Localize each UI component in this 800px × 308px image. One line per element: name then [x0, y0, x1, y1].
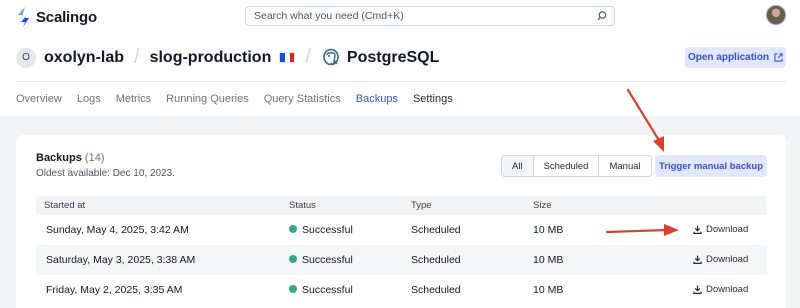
tab-query-statistics[interactable]: Query Statistics: [264, 93, 341, 105]
table-row: Saturday, May 3, 2025, 3:38 AM Successfu…: [36, 245, 767, 275]
row-started-at: Saturday, May 3, 2025, 3:38 AM: [46, 254, 196, 266]
scalingo-logo-icon: [18, 7, 29, 27]
row-status: Successful: [289, 224, 353, 236]
tab-logs[interactable]: Logs: [77, 93, 101, 105]
backups-title-text: Backups: [36, 152, 82, 164]
user-avatar[interactable]: [766, 5, 786, 25]
search-placeholder: Search what you need (Cmd+K): [254, 10, 404, 22]
external-link-icon: [774, 53, 783, 62]
open-application-label: Open application: [687, 52, 770, 63]
top-bar: Scalingo Search what you need (Cmd+K): [0, 0, 800, 34]
page-header: O oxolyn-lab / slog-production / Postgre…: [0, 34, 800, 116]
oldest-available: Oldest available: Dec 10, 2023.: [36, 168, 175, 179]
breadcrumb-addon[interactable]: PostgreSQL: [347, 49, 439, 67]
postgresql-icon: [323, 48, 339, 65]
backup-filter: All Scheduled Manual: [501, 155, 652, 177]
tab-overview[interactable]: Overview: [16, 93, 62, 105]
row-size: 10 MB: [533, 284, 564, 296]
header-divider: [16, 81, 786, 82]
download-label: Download: [706, 254, 749, 265]
row-status: Successful: [289, 254, 353, 266]
column-type: Type: [411, 200, 432, 211]
download-label: Download: [706, 224, 749, 235]
download-icon: [693, 225, 702, 234]
row-started-at: Sunday, May 4, 2025, 3:42 AM: [46, 224, 189, 236]
table-row: Friday, May 2, 2025, 3:35 AM Successful …: [36, 275, 767, 305]
success-status-icon: [289, 285, 297, 293]
scalingo-logo[interactable]: Scalingo: [16, 7, 97, 27]
tab-backups[interactable]: Backups: [356, 93, 398, 105]
download-button[interactable]: Download: [693, 224, 748, 235]
column-status: Status: [289, 200, 316, 211]
row-type: Scheduled: [411, 254, 461, 266]
row-type: Scheduled: [411, 224, 461, 236]
row-status: Successful: [289, 284, 353, 296]
filter-manual[interactable]: Manual: [598, 156, 651, 176]
download-button[interactable]: Download: [693, 254, 748, 265]
row-size: 10 MB: [533, 224, 564, 236]
app-avatar: O: [16, 47, 36, 68]
column-size: Size: [533, 200, 552, 211]
trigger-manual-backup-button[interactable]: Trigger manual backup: [655, 155, 767, 177]
search-input[interactable]: Search what you need (Cmd+K): [245, 6, 615, 26]
tab-running-queries[interactable]: Running Queries: [166, 93, 249, 105]
open-application-button[interactable]: Open application: [685, 47, 786, 68]
row-type: Scheduled: [411, 284, 461, 296]
addon-tabs: Overview Logs Metrics Running Queries Qu…: [16, 93, 453, 105]
download-icon: [693, 255, 702, 264]
success-status-icon: [289, 225, 297, 233]
filter-scheduled[interactable]: Scheduled: [532, 156, 599, 176]
breadcrumb: O oxolyn-lab / slog-production / Postgre…: [16, 46, 439, 69]
tab-settings[interactable]: Settings: [413, 93, 453, 105]
download-icon: [693, 285, 702, 294]
row-started-at: Friday, May 2, 2025, 3:35 AM: [46, 284, 183, 296]
backups-count: (14): [84, 152, 105, 164]
brand-name: Scalingo: [36, 8, 97, 26]
breadcrumb-separator: /: [305, 46, 311, 68]
download-button[interactable]: Download: [693, 284, 748, 295]
search-icon: [597, 11, 607, 21]
annotation-arrow-trigger: [626, 88, 664, 152]
annotation-arrow-download: [605, 224, 679, 236]
breadcrumb-separator: /: [134, 46, 140, 68]
success-status-icon: [289, 255, 297, 263]
row-status-text: Successful: [302, 254, 353, 266]
tab-metrics[interactable]: Metrics: [116, 93, 151, 105]
breadcrumb-app[interactable]: slog-production: [150, 49, 272, 67]
filter-all[interactable]: All: [502, 156, 533, 176]
row-size: 10 MB: [533, 254, 564, 266]
download-label: Download: [706, 284, 749, 295]
table-header: Started at Status Type Size: [36, 196, 767, 215]
column-started-at: Started at: [44, 200, 86, 211]
backups-title: Backups (14): [36, 152, 104, 164]
row-status-text: Successful: [302, 284, 353, 296]
row-status-text: Successful: [302, 224, 353, 236]
breadcrumb-owner[interactable]: oxolyn-lab: [44, 49, 124, 67]
france-flag-icon: [279, 52, 296, 63]
